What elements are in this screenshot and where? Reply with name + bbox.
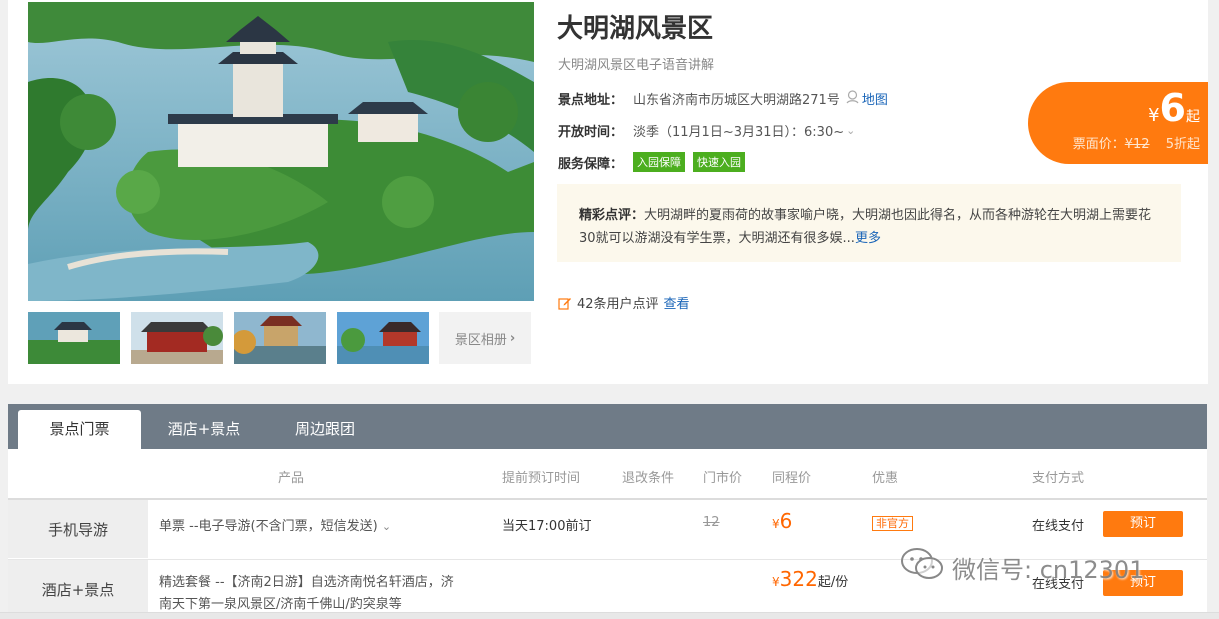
album-button[interactable]: 景区相册 › <box>439 312 531 364</box>
header-advance: 提前预订时间 <box>502 471 581 486</box>
address-row: 景点地址： 山东省济南市历城区大明湖路271号 地图 <box>558 89 888 108</box>
row1-tc-value: 6 <box>779 509 793 533</box>
hours-row: 开放时间： 淡季（11月1日~3月31日）：6:30~ ⌄ <box>558 121 855 140</box>
view-reviews-link[interactable]: 查看 <box>664 293 690 312</box>
face-price-value: ¥12 <box>1124 137 1150 152</box>
review-more-link[interactable]: 更多 <box>855 231 881 246</box>
service-badge-entry-guarantee: 入园保障 <box>633 152 686 172</box>
row1-tc-currency: ¥ <box>772 517 780 531</box>
chevron-down-icon: ⌄ <box>381 520 392 533</box>
hours-label: 开放时间： <box>558 125 624 140</box>
header-refund: 退改条件 <box>622 471 675 486</box>
row2-product-line1: 精选套餐 --【济南2日游】自选济南悦名轩酒店，济 <box>159 575 454 590</box>
main-photo[interactable] <box>28 2 534 301</box>
review-label: 精彩点评： <box>579 208 645 223</box>
header-payment: 支付方式 <box>1032 471 1085 486</box>
page-title: 大明湖风景区 <box>557 14 714 44</box>
address-value: 山东省济南市历城区大明湖路271号 <box>633 93 840 108</box>
price-suffix: 起 <box>1186 109 1200 125</box>
thumbnail-3[interactable] <box>234 312 326 364</box>
tab-hotel-attraction[interactable]: 酒店+景点 <box>149 410 259 449</box>
service-label: 服务保障： <box>558 156 624 172</box>
header-tc-price: 同程价 <box>772 471 812 486</box>
row1-advance: 当天17:00前订 <box>502 519 592 534</box>
wechat-watermark: 微信号: cn12301 <box>900 547 1144 587</box>
chevron-down-icon[interactable]: ⌄ <box>846 124 855 137</box>
row1-tc-price: ¥6 <box>772 509 792 533</box>
row1-promo: 非官方 <box>872 515 913 531</box>
watermark-text: 微信号: cn12301 <box>952 555 1145 584</box>
row2-tc-value: 322 <box>779 567 818 591</box>
thumbnail-4[interactable] <box>337 312 429 364</box>
category-hotel-attraction: 酒店+景点 <box>8 560 148 619</box>
row1-book-button[interactable]: 预订 <box>1103 511 1183 537</box>
edit-icon <box>558 296 572 310</box>
header-door-price: 门市价 <box>703 471 743 486</box>
face-price-line: 票面价：¥12 5折起 <box>1073 133 1200 152</box>
header-divider <box>8 498 1207 500</box>
thumbnail-2[interactable] <box>131 312 223 364</box>
price-currency: ¥ <box>1148 105 1160 126</box>
review-count: 42条用户点评 <box>577 297 659 312</box>
wechat-icon <box>900 547 944 587</box>
chevron-right-icon: › <box>509 330 516 346</box>
row2-tc-currency: ¥ <box>772 575 780 589</box>
row2-tc-suffix: 起/份 <box>817 575 849 590</box>
price-value: 6 <box>1159 86 1186 130</box>
row2-product[interactable]: 精选套餐 --【济南2日游】自选济南悦名轩酒店，济 南天下第一泉风景区/济南千佛… <box>159 572 454 616</box>
price-tag: ¥6起 票面价：¥12 5折起 <box>1028 82 1208 164</box>
service-badge-fast-entry: 快速入园 <box>693 152 746 172</box>
row1-door-price: 12 <box>703 515 720 530</box>
price-main: ¥6起 <box>1148 86 1200 130</box>
ticket-table: 产品 提前预订时间 退改条件 门市价 同程价 优惠 支付方式 手机导游 单票 -… <box>8 449 1207 619</box>
header-product: 产品 <box>278 471 305 486</box>
face-price-label: 票面价： <box>1072 137 1125 152</box>
row2-tc-price: ¥322起/份 <box>772 567 848 591</box>
tab-tickets[interactable]: 景点门票 <box>18 410 141 449</box>
row1-payment: 在线支付 <box>1032 519 1085 534</box>
page-subtitle: 大明湖风景区电子语音讲解 <box>558 58 715 73</box>
row1-product[interactable]: 单票 --电子导游(不含门票，短信发送) ⌄ <box>159 515 391 534</box>
hours-value: 淡季（11月1日~3月31日）：6:30~ <box>633 125 845 140</box>
unofficial-badge: 非官方 <box>872 516 913 531</box>
map-link[interactable]: 地图 <box>862 89 888 108</box>
review-highlight: 精彩点评：大明湖畔的夏雨荷的故事家喻户晓，大明湖也因此得名，从而各种游轮在大明湖… <box>557 184 1181 262</box>
row1-product-text: 单票 --电子导游(不含门票，短信发送) <box>159 519 378 534</box>
discount-text: 5折起 <box>1165 137 1200 152</box>
service-row: 服务保障： 入园保障 快速入园 <box>558 152 753 172</box>
header-promo: 优惠 <box>872 471 899 486</box>
thumbnail-1[interactable] <box>28 312 120 364</box>
album-button-label: 景区相册 <box>454 332 507 348</box>
attraction-card: 景区相册 › 大明湖风景区 大明湖风景区电子语音讲解 景点地址： 山东省济南市历… <box>8 0 1208 384</box>
category-mobile-guide: 手机导游 <box>8 500 148 558</box>
bottom-strip <box>0 612 1219 619</box>
product-tabs: 景点门票 酒店+景点 周边跟团 <box>8 404 1207 449</box>
location-pin-icon <box>846 89 859 108</box>
user-reviews-line: 42条用户点评 查看 <box>558 293 690 312</box>
tab-nearby-tours[interactable]: 周边跟团 <box>270 410 380 449</box>
address-label: 景点地址： <box>558 93 624 108</box>
